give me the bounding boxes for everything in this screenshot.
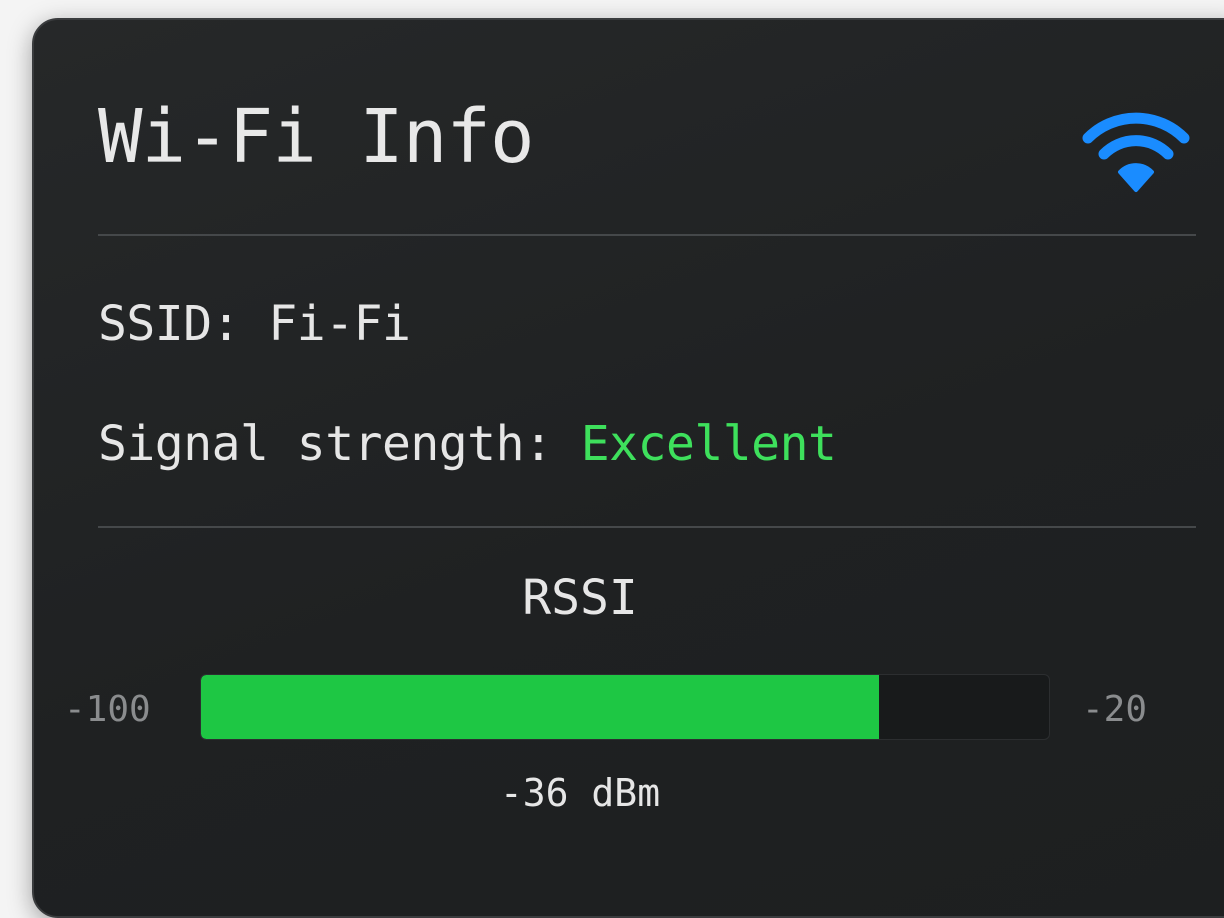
rssi-bar-fill [201, 675, 880, 739]
ssid-label: SSID: [98, 296, 241, 352]
rssi-label: RSSI [522, 570, 638, 626]
divider-top [98, 234, 1196, 236]
signal-strength-value: Excellent [580, 416, 837, 472]
divider-bottom [98, 526, 1196, 528]
panel-title: Wi-Fi Info [98, 94, 535, 180]
rssi-reading: -36 dBm [499, 771, 661, 815]
rssi-bar-track [200, 674, 1050, 740]
ssid-value: Fi-Fi [268, 296, 411, 352]
signal-strength-row: Signal strength: Excellent [98, 420, 837, 468]
signal-strength-label: Signal strength: [98, 416, 553, 472]
ssid-row: SSID: Fi-Fi [98, 300, 411, 348]
rssi-scale-max: -20 [1082, 689, 1148, 730]
wifi-icon [1082, 112, 1190, 192]
rssi-scale-min: -100 [64, 689, 151, 730]
